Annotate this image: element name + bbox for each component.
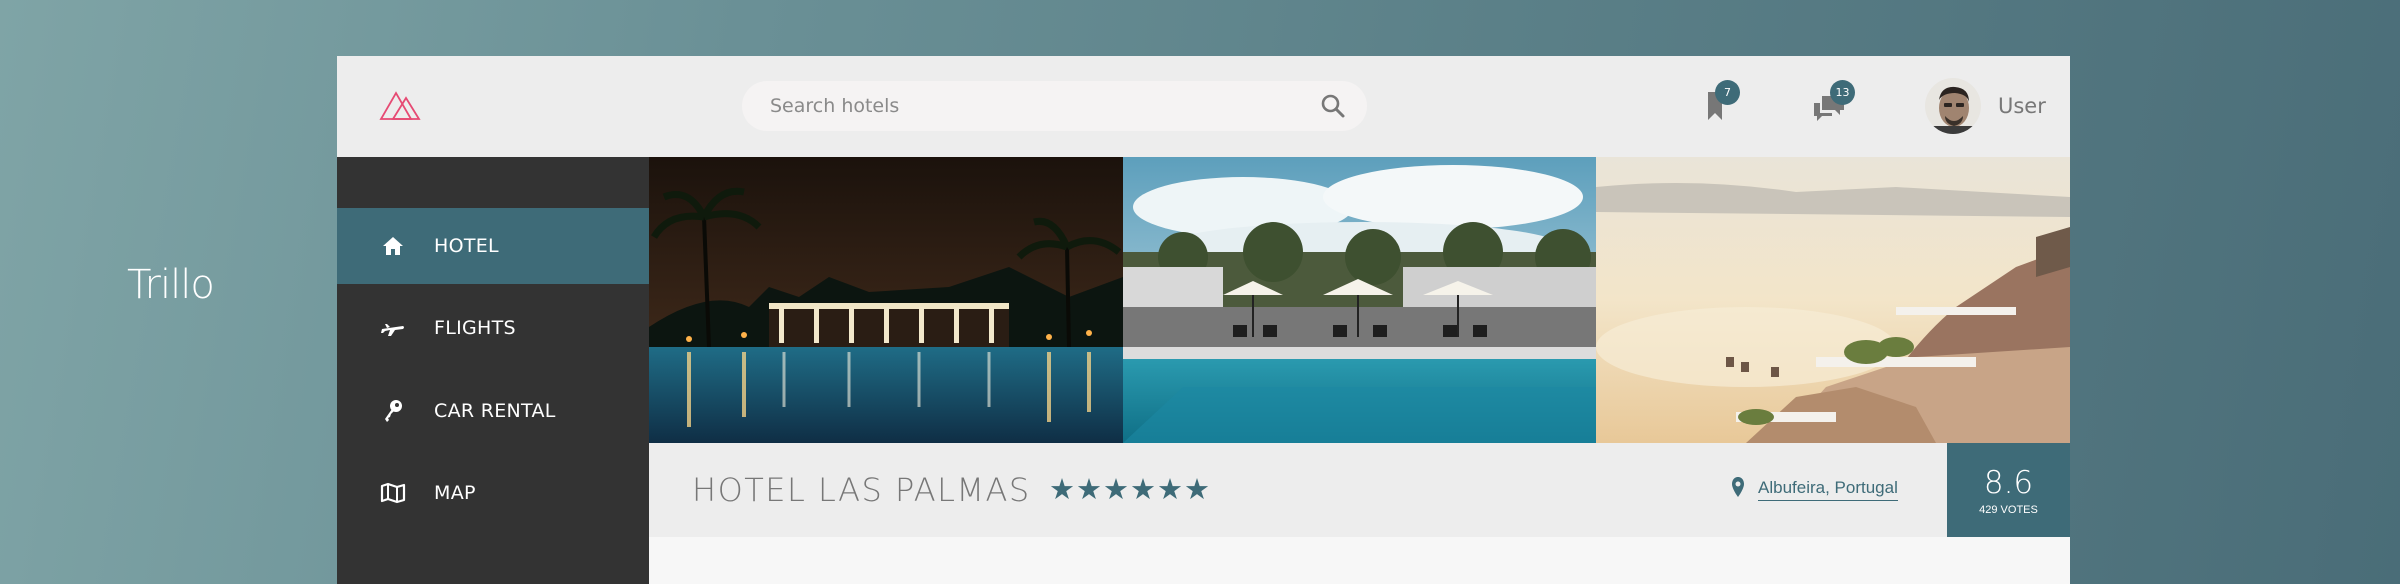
trillo-logo-icon[interactable] xyxy=(379,89,421,121)
location: Albufeira, Portugal xyxy=(1731,476,1898,502)
sidebar-item-label: CAR RENTAL xyxy=(434,400,556,422)
rating-count: 429 VOTES xyxy=(1979,504,2038,516)
key-icon xyxy=(380,398,406,424)
user-nav[interactable]: User xyxy=(1925,78,2046,134)
hotel-photo-1[interactable] xyxy=(649,157,1123,443)
star-icon: ★ xyxy=(1157,472,1183,506)
sidebar: HOTEL FLIGHTS CAR RENTAL MAP xyxy=(337,157,649,584)
hotel-name: HOTEL LAS PALMAS xyxy=(692,471,1031,509)
star-icon: ★ xyxy=(1184,472,1210,506)
star-rating: ★ ★ ★ ★ ★ ★ xyxy=(1049,473,1210,505)
hotel-gallery xyxy=(649,157,2070,443)
sidebar-item-hotel[interactable]: HOTEL xyxy=(337,208,649,284)
user-name: User xyxy=(1998,94,2046,118)
hotel-overview: HOTEL LAS PALMAS ★ ★ ★ ★ ★ ★ Albufeira, … xyxy=(649,443,2070,537)
star-icon: ★ xyxy=(1049,472,1075,506)
bookmarks-badge: 7 xyxy=(1715,80,1740,105)
location-link[interactable]: Albufeira, Portugal xyxy=(1758,478,1898,501)
messages-badge: 13 xyxy=(1830,80,1855,105)
sidebar-item-car-rental[interactable]: CAR RENTAL xyxy=(337,373,649,449)
messages-button[interactable]: 13 xyxy=(1810,80,1866,134)
bookmarks-button[interactable]: 7 xyxy=(1697,80,1753,134)
rating-average: 8.6 xyxy=(1983,465,2034,501)
app-container: 7 13 xyxy=(337,56,2070,584)
hotel-photo-3[interactable] xyxy=(1596,157,2070,443)
search-input[interactable] xyxy=(742,81,1302,131)
header: 7 13 xyxy=(337,56,2070,157)
page-title: Trillo xyxy=(127,262,215,308)
sidebar-item-label: MAP xyxy=(434,482,476,504)
sidebar-item-label: HOTEL xyxy=(434,235,499,257)
sidebar-item-label: FLIGHTS xyxy=(434,317,516,339)
star-icon: ★ xyxy=(1130,472,1156,506)
aircraft-icon xyxy=(380,315,406,341)
hotel-photo-2[interactable] xyxy=(1122,157,1597,443)
star-icon: ★ xyxy=(1076,472,1102,506)
search-icon[interactable] xyxy=(1320,93,1346,119)
sidebar-item-map[interactable]: MAP xyxy=(337,455,649,531)
sidebar-item-flights[interactable]: FLIGHTS xyxy=(337,290,649,366)
search-bar xyxy=(742,81,1367,131)
rating-box: 8.6 429 VOTES xyxy=(1947,443,2070,537)
star-icon: ★ xyxy=(1103,472,1129,506)
location-pin-icon xyxy=(1731,476,1745,502)
user-avatar[interactable] xyxy=(1925,78,1981,134)
map-icon xyxy=(380,480,406,506)
home-icon xyxy=(380,233,406,259)
